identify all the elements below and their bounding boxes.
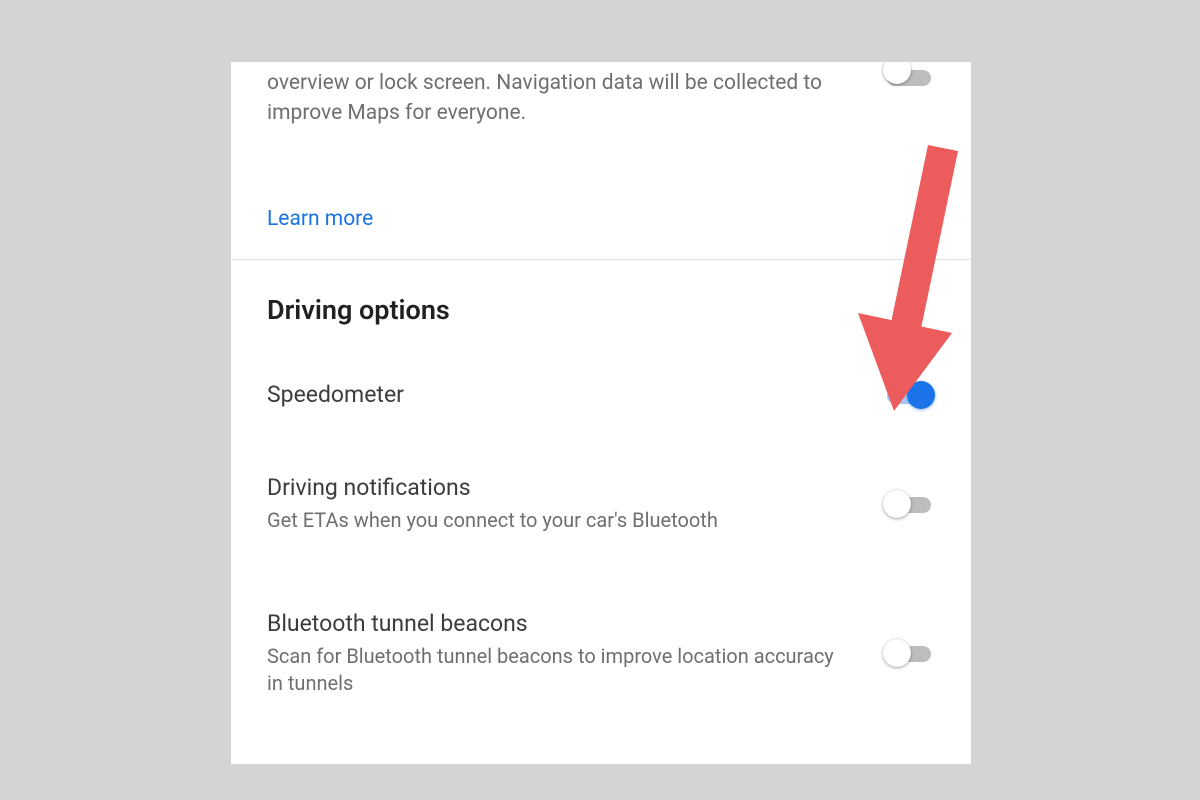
bluetooth-tunnel-title: Bluetooth tunnel beacons [267,610,843,637]
bluetooth-tunnel-row[interactable]: Bluetooth tunnel beacons Scan for Blueto… [231,566,971,729]
learn-more-link[interactable]: Learn more [267,207,373,231]
bluetooth-tunnel-subtitle: Scan for Bluetooth tunnel beacons to imp… [267,643,843,697]
speedometer-title: Speedometer [267,381,843,408]
driving-notifications-toggle[interactable] [883,489,935,519]
driving-notifications-row[interactable]: Driving notifications Get ETAs when you … [231,410,971,566]
driving-notifications-title: Driving notifications [267,474,843,501]
settings-panel: overview or lock screen. Navigation data… [231,62,971,764]
speedometer-toggle[interactable] [883,380,935,410]
bluetooth-tunnel-toggle[interactable] [883,638,935,668]
previous-setting-toggle[interactable] [883,62,935,92]
speedometer-row[interactable]: Speedometer [231,334,971,410]
driving-options-header: Driving options [231,260,971,334]
driving-notifications-subtitle: Get ETAs when you connect to your car's … [267,507,843,534]
previous-setting-fragment: overview or lock screen. Navigation data… [231,62,971,259]
previous-setting-description: overview or lock screen. Navigation data… [267,62,827,129]
